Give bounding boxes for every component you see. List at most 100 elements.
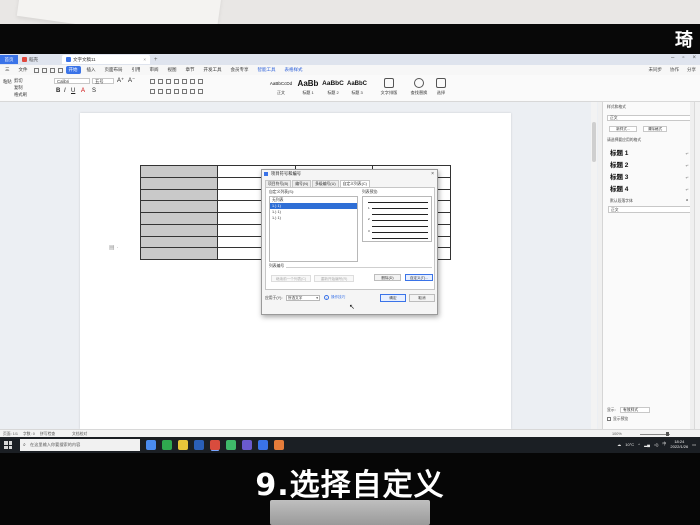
align-left-icon[interactable] <box>150 89 155 94</box>
indent-increase-icon[interactable] <box>174 79 179 84</box>
restart-numbering-button[interactable]: 重新开始编号(R) <box>314 275 354 282</box>
menu-references[interactable]: 引用 <box>129 66 144 74</box>
taskbar-search[interactable]: ⌕ 在这里输入你要搜索的内容 <box>20 439 140 451</box>
select-button[interactable]: 选择 <box>430 78 452 96</box>
temperature[interactable]: 10°C <box>625 442 634 447</box>
save-icon[interactable] <box>33 67 39 73</box>
menu-smart-tools[interactable]: 智能工具 <box>255 66 279 74</box>
style-heading-1-item[interactable]: 标题 1 ↵ <box>609 148 691 159</box>
menu-developer[interactable]: 开发工具 <box>201 66 225 74</box>
customize-button[interactable]: 自定义(T)... <box>405 274 433 281</box>
bold-icon[interactable]: B <box>56 88 60 94</box>
menu-file[interactable]: 文件 <box>16 66 31 74</box>
menu-chapter[interactable]: 章节 <box>183 66 198 74</box>
share-button[interactable]: 分享 <box>687 67 696 73</box>
copy-button[interactable]: 复制 <box>14 85 23 91</box>
shading-icon[interactable] <box>198 89 203 94</box>
scrollbar-thumb[interactable] <box>592 122 596 162</box>
close-icon[interactable]: × <box>431 170 434 178</box>
tips-link[interactable]: 操作技巧 <box>331 295 345 300</box>
clock[interactable]: 18:24 2022/1/26 <box>670 439 688 449</box>
chevron-up-icon[interactable]: ^ <box>638 442 640 447</box>
preview-checkbox[interactable] <box>607 417 611 421</box>
delete-button[interactable]: 删除(D) <box>374 274 401 281</box>
italic-icon[interactable]: I <box>64 88 66 94</box>
justify-icon[interactable] <box>174 89 179 94</box>
ok-button[interactable]: 确定 <box>380 294 406 302</box>
network-icon[interactable]: ▂▄ <box>644 442 650 447</box>
style-heading-4-item[interactable]: 标题 4 ↵ <box>609 184 691 195</box>
format-painter-button[interactable]: 格式刷 <box>14 92 27 98</box>
show-select[interactable]: 有效样式 <box>620 407 650 413</box>
align-center-icon[interactable] <box>158 89 163 94</box>
new-tab-icon[interactable]: + <box>154 57 158 63</box>
style-heading-2[interactable]: AaBbC 标题 2 <box>321 78 345 98</box>
style-normal[interactable]: AaBbCcDd 正文 <box>268 78 294 98</box>
align-right-icon[interactable] <box>166 89 171 94</box>
windows-start-icon[interactable] <box>4 441 12 449</box>
font-name-select[interactable]: Calibri <box>54 78 90 84</box>
font-color-icon[interactable]: A <box>81 88 85 94</box>
menu-member[interactable]: 会员专享 <box>228 66 252 74</box>
app-icon[interactable] <box>274 440 284 450</box>
wps-icon[interactable] <box>210 440 220 450</box>
style-heading-3-item[interactable]: 标题 3 ↵ <box>609 172 691 183</box>
zoom-level[interactable]: 100% <box>612 432 622 436</box>
close-window-icon[interactable]: × <box>692 55 696 61</box>
text-layout-button[interactable]: 文字排版 <box>378 78 400 96</box>
new-style-button[interactable]: 新样式... <box>609 126 637 132</box>
line-spacing-icon[interactable] <box>190 89 195 94</box>
menu-review[interactable]: 审阅 <box>147 66 162 74</box>
sort-icon[interactable] <box>182 79 187 84</box>
bullet-list-icon[interactable] <box>150 79 155 84</box>
undo-icon[interactable] <box>49 67 55 73</box>
menu-home[interactable]: 开始 <box>65 66 81 74</box>
continue-list-button[interactable]: 继续前一个列表(C) <box>271 275 311 282</box>
paste-button[interactable]: 粘贴 <box>3 79 12 85</box>
menu-page-layout[interactable]: 页面布局 <box>102 66 126 74</box>
custom-list-box[interactable]: 无列表 1.) 1) 1.) 1) 1.) 1) <box>269 196 358 262</box>
wechat-icon[interactable] <box>226 440 236 450</box>
volume-icon[interactable]: ◁) <box>654 442 658 447</box>
clear-format-button[interactable]: 清除格式 <box>643 126 667 132</box>
tab-document[interactable]: 文字文稿11 × <box>62 55 150 64</box>
menu-table-style[interactable]: 表格样式 <box>282 66 306 74</box>
menu-quick-main[interactable]: 三 <box>2 66 13 74</box>
maximize-icon[interactable]: ▫ <box>682 55 684 61</box>
redo-icon[interactable] <box>57 67 63 73</box>
cancel-button[interactable]: 取消 <box>409 294 435 302</box>
close-icon[interactable]: × <box>143 57 146 62</box>
task-view-icon[interactable] <box>146 440 156 450</box>
indent-decrease-icon[interactable] <box>166 79 171 84</box>
menu-view[interactable]: 视图 <box>165 66 180 74</box>
border-icon[interactable] <box>198 79 203 84</box>
video-editor-icon[interactable] <box>242 440 252 450</box>
minimize-icon[interactable]: – <box>671 55 674 61</box>
store-icon[interactable] <box>194 440 204 450</box>
menu-insert[interactable]: 插入 <box>84 66 99 74</box>
font-size-select[interactable]: 五号 <box>92 78 114 84</box>
shrink-font-icon[interactable]: A⁻ <box>128 77 135 84</box>
apply-to-select[interactable]: 所选文字 ▾ <box>286 295 320 301</box>
print-icon[interactable] <box>41 67 47 73</box>
style-heading-3[interactable]: AaBbC 标题 3 <box>345 78 369 98</box>
tab-home[interactable]: 首页 <box>0 55 18 64</box>
style-heading-1[interactable]: AaBb 标题 1 <box>296 78 320 98</box>
browser-icon[interactable] <box>162 440 172 450</box>
collab-button[interactable]: 协作 <box>670 67 679 73</box>
style-heading-2-item[interactable]: 标题 2 ↵ <box>609 160 691 171</box>
weather-icon[interactable]: ☁ <box>617 442 621 447</box>
underline-icon[interactable]: U <box>71 88 75 94</box>
find-replace-button[interactable]: 查找替换 <box>408 78 430 96</box>
zoom-slider-handle[interactable] <box>666 432 669 436</box>
current-style-box[interactable]: 正文 <box>607 115 691 121</box>
number-list-icon[interactable] <box>158 79 163 84</box>
app-icon[interactable] <box>258 440 268 450</box>
strikethrough-icon[interactable]: S <box>92 88 96 94</box>
tab-docer[interactable]: 稻壳 <box>18 55 62 64</box>
body-style-item[interactable]: 正文 <box>608 206 691 213</box>
sync-status[interactable]: 未同步 <box>649 67 663 73</box>
distribute-icon[interactable] <box>182 89 187 94</box>
grow-font-icon[interactable]: A⁺ <box>117 77 124 84</box>
default-font-item[interactable]: 默认段落字体 <box>610 199 633 204</box>
